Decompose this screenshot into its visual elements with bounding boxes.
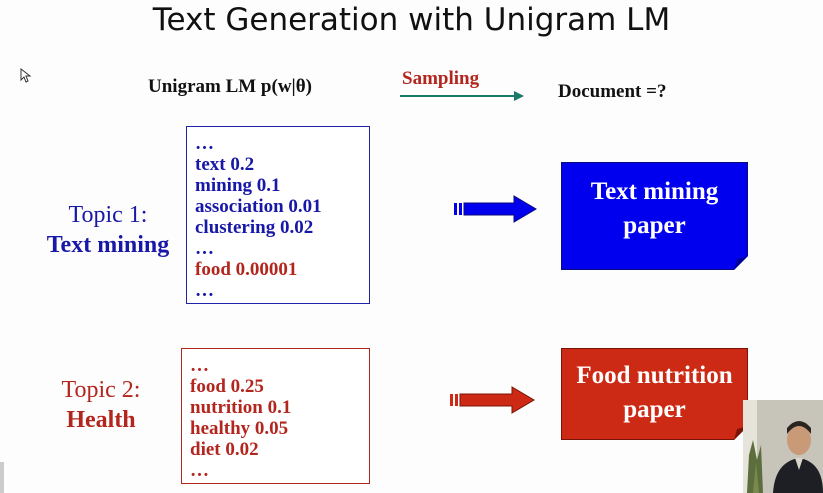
document-title-line: Food nutrition <box>576 362 733 389</box>
word-entry: … <box>195 133 214 154</box>
mouse-cursor-icon <box>20 68 32 83</box>
word-entry: food 0.00001 <box>195 259 298 280</box>
word-entry: … <box>190 355 209 376</box>
topic1-label-group: Topic 1: Text mining <box>30 200 186 260</box>
word-entry: diet 0.02 <box>190 439 259 460</box>
word-entry: … <box>195 238 214 259</box>
topic2-arrow-icon <box>450 386 535 414</box>
topic1-label: Topic 1: <box>68 202 148 228</box>
topic1-name: Text mining <box>46 232 170 258</box>
slide-title: Text Generation with Unigram LM <box>152 2 671 38</box>
document-title-line: Text mining <box>590 178 719 205</box>
topic2-document: Food nutrition paper <box>561 348 748 440</box>
topic2-name: Health <box>66 407 136 433</box>
document-title-line: paper <box>623 396 686 423</box>
sampling-arrow-icon <box>400 91 524 101</box>
document-title-line: paper <box>623 212 686 239</box>
word-entry: mining 0.1 <box>195 175 281 196</box>
word-entry: … <box>195 280 214 301</box>
topic1-word-distribution: … text 0.2 mining 0.1 association 0.01 c… <box>186 126 370 304</box>
left-edge-bar <box>0 462 4 493</box>
unigram-model-label: Unigram LM p(w|θ) <box>148 76 312 97</box>
word-entry: nutrition 0.1 <box>190 397 292 418</box>
word-entry: healthy 0.05 <box>190 418 289 439</box>
word-entry: clustering 0.02 <box>195 217 314 238</box>
document-label: Document =? <box>558 81 667 102</box>
topic2-label: Topic 2: <box>61 377 141 403</box>
word-entry: association 0.01 <box>195 196 322 217</box>
word-entry: … <box>190 460 209 481</box>
topic2-word-distribution: … food 0.25 nutrition 0.1 healthy 0.05 d… <box>181 348 370 484</box>
sampling-label: Sampling <box>402 68 480 89</box>
page-fold-icon <box>734 256 748 270</box>
topic1-document: Text mining paper <box>561 162 748 270</box>
word-entry: food 0.25 <box>190 376 264 397</box>
presenter-avatar-icon <box>743 400 823 493</box>
word-entry: text 0.2 <box>195 154 255 175</box>
topic2-label-group: Topic 2: Health <box>30 375 172 435</box>
presenter-video-thumbnail <box>743 400 823 493</box>
topic1-arrow-icon <box>454 195 537 223</box>
